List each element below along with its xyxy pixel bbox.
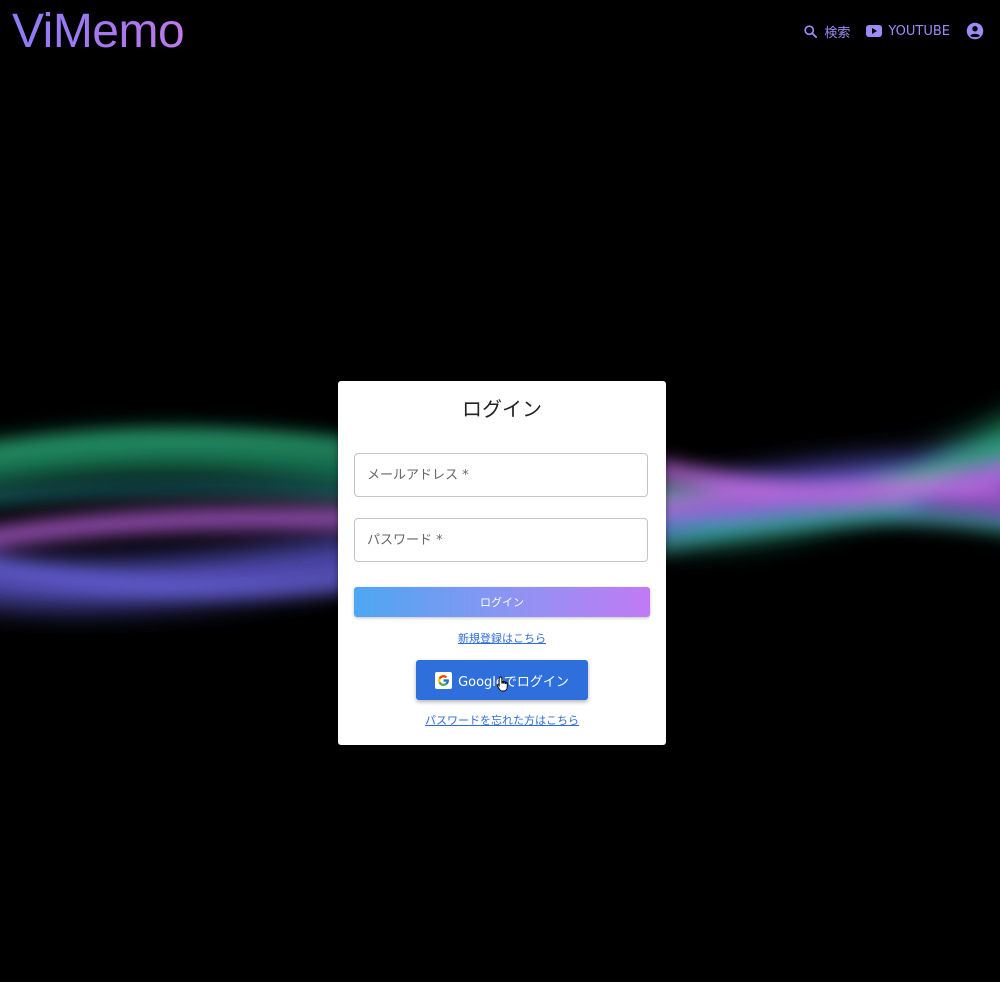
google-login-label: Googleでログイン <box>458 674 569 690</box>
email-input[interactable] <box>355 454 647 496</box>
google-login-button[interactable]: Googleでログイン <box>416 660 588 700</box>
email-field-box <box>354 453 648 497</box>
password-input[interactable] <box>355 519 647 561</box>
youtube-icon <box>866 25 883 37</box>
signup-link[interactable]: 新規登録はこちら <box>338 630 666 646</box>
site-logo[interactable]: ViMemo <box>12 4 185 60</box>
forgot-password-link[interactable]: パスワードを忘れた方はこちら <box>338 712 666 728</box>
search-nav-label: 検索 <box>824 25 851 41</box>
login-card: ログイン ログイン 新規登録はこちら Googleでログイン パスワードを忘れた… <box>338 381 666 745</box>
account-circle-icon <box>966 22 984 40</box>
google-icon <box>435 671 453 689</box>
page: ViMemo 検索 YOUTUBE ログイン ログイン <box>0 0 1000 982</box>
search-nav-button[interactable]: 検索 <box>803 22 850 41</box>
youtube-nav-label: YOUTUBE <box>888 23 950 39</box>
account-button[interactable] <box>966 22 984 40</box>
youtube-nav-button[interactable]: YOUTUBE <box>866 24 950 39</box>
password-field-box <box>354 518 648 562</box>
login-title: ログイン <box>462 397 542 421</box>
top-nav: 検索 YOUTUBE <box>803 20 984 42</box>
search-icon <box>803 24 818 39</box>
login-submit-button[interactable]: ログイン <box>354 587 650 617</box>
